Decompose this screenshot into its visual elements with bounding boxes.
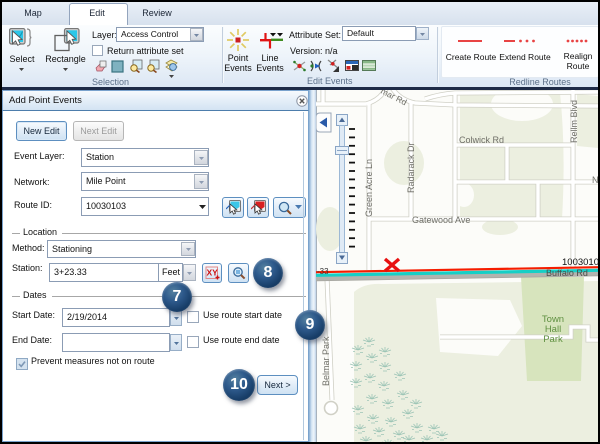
svg-text:-33: -33 [317, 267, 329, 276]
svg-text:Rellm Blvd: Rellm Blvd [569, 100, 579, 143]
svg-text:Radarack Dr: Radarack Dr [406, 142, 416, 193]
svg-text:Buffalo Rd: Buffalo Rd [546, 268, 588, 278]
svg-text:N: N [592, 175, 598, 185]
svg-text:Green Acre Ln: Green Acre Ln [364, 159, 374, 217]
svg-text:Colwick Rd: Colwick Rd [459, 135, 504, 145]
svg-text:Belmar Park: Belmar Park [321, 336, 331, 386]
svg-text:Park: Park [543, 334, 563, 345]
svg-text:Gatewood Ave: Gatewood Ave [412, 215, 470, 225]
svg-text:XY: XY [207, 268, 219, 278]
svg-text:10030103: 10030103 [562, 257, 598, 268]
